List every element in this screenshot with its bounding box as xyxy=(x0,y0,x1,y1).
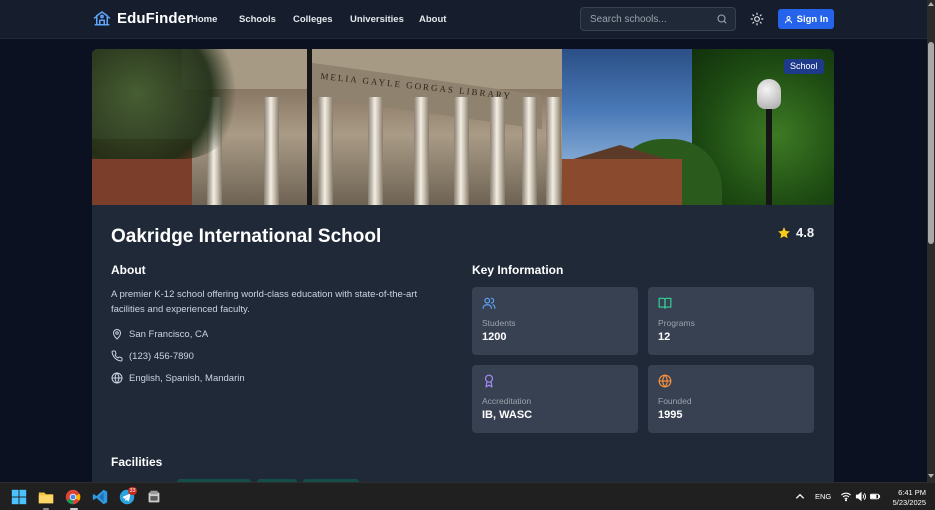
sign-in-button[interactable]: Sign In xyxy=(778,9,834,29)
school-name: Oakridge International School xyxy=(111,226,382,247)
wifi-icon[interactable] xyxy=(840,491,852,502)
rating: 4.8 xyxy=(777,225,814,240)
stat-label: Programs xyxy=(658,318,695,328)
taskbar: 33 ENG 6:41 PM 5/23/2025 xyxy=(0,482,935,510)
brand-name: EduFinder xyxy=(117,9,193,27)
school-building-icon xyxy=(93,11,111,26)
globe-icon xyxy=(111,372,123,384)
app-icon[interactable] xyxy=(145,488,163,506)
stat-label: Accreditation xyxy=(482,396,532,406)
location-row: San Francisco, CA xyxy=(111,328,208,340)
languages-text: English, Spanish, Mandarin xyxy=(129,372,245,384)
nav-link-colleges[interactable]: Colleges xyxy=(293,14,333,25)
scroll-up-arrow-icon[interactable] xyxy=(928,2,934,6)
sun-icon[interactable] xyxy=(750,12,764,26)
nav-link-schools[interactable]: Schools xyxy=(239,14,276,25)
stat-value: 12 xyxy=(658,331,671,343)
book-open-icon xyxy=(658,297,672,309)
stat-value: 1995 xyxy=(658,409,683,421)
phone-text[interactable]: (123) 456-7890 xyxy=(129,351,194,362)
windows-start-icon[interactable] xyxy=(10,488,28,506)
language-indicator[interactable]: ENG xyxy=(815,492,831,501)
stat-card-students: Students 1200 xyxy=(472,287,638,355)
stat-value: IB, WASC xyxy=(482,409,533,421)
nav-link-about[interactable]: About xyxy=(419,14,446,25)
star-icon xyxy=(778,226,790,238)
scroll-thumb[interactable] xyxy=(928,42,934,244)
stat-card-programs: Programs 12 xyxy=(648,287,814,355)
clock-time: 6:41 PM xyxy=(898,488,926,497)
phone-row: (123) 456-7890 xyxy=(111,350,194,362)
nav-link-home[interactable]: Home xyxy=(191,14,217,25)
search-box xyxy=(580,7,736,31)
school-detail-card: MELIA GAYLE GORGAS LIBRARY School Oakrid… xyxy=(92,49,834,482)
about-heading: About xyxy=(111,263,146,277)
stat-label: Founded xyxy=(658,396,692,406)
chrome-icon[interactable] xyxy=(64,488,82,506)
stat-value: 1200 xyxy=(482,331,507,343)
search-input[interactable] xyxy=(581,8,711,30)
vscode-icon[interactable] xyxy=(91,488,109,506)
notification-badge: 33 xyxy=(128,487,137,495)
stat-label: Students xyxy=(482,318,516,328)
stat-card-founded: Founded 1995 xyxy=(648,365,814,433)
category-badge: School xyxy=(784,59,824,74)
scroll-down-arrow-icon[interactable] xyxy=(928,474,934,478)
users-icon xyxy=(482,297,496,309)
user-icon xyxy=(784,15,792,23)
languages-row: English, Spanish, Mandarin xyxy=(111,372,245,384)
globe-icon xyxy=(658,374,672,388)
vertical-scrollbar[interactable] xyxy=(927,0,935,482)
clock-date: 5/23/2025 xyxy=(892,497,926,507)
sign-in-label: Sign In xyxy=(796,13,829,25)
key-information-heading: Key Information xyxy=(472,263,564,277)
brand-logo[interactable]: EduFinder xyxy=(93,9,192,27)
phone-icon xyxy=(111,350,123,362)
location-text: San Francisco, CA xyxy=(129,328,209,340)
chevron-up-icon[interactable] xyxy=(794,491,806,502)
file-explorer-icon[interactable] xyxy=(37,488,55,506)
map-pin-icon xyxy=(112,329,122,340)
school-hero-image: MELIA GAYLE GORGAS LIBRARY School xyxy=(92,49,834,205)
facilities-heading: Facilities xyxy=(111,455,163,469)
about-description: A premier K-12 school offering world-cla… xyxy=(111,289,418,315)
stat-card-accreditation: Accreditation IB, WASC xyxy=(472,365,638,433)
award-icon xyxy=(484,374,494,388)
volume-icon[interactable] xyxy=(855,491,867,502)
top-navbar: EduFinder Home Schools Colleges Universi… xyxy=(0,0,927,39)
rating-value: 4.8 xyxy=(796,225,815,240)
system-clock[interactable]: 6:41 PM 5/23/2025 xyxy=(880,488,926,507)
nav-link-universities[interactable]: Universities xyxy=(350,14,404,25)
search-icon[interactable] xyxy=(716,13,728,25)
